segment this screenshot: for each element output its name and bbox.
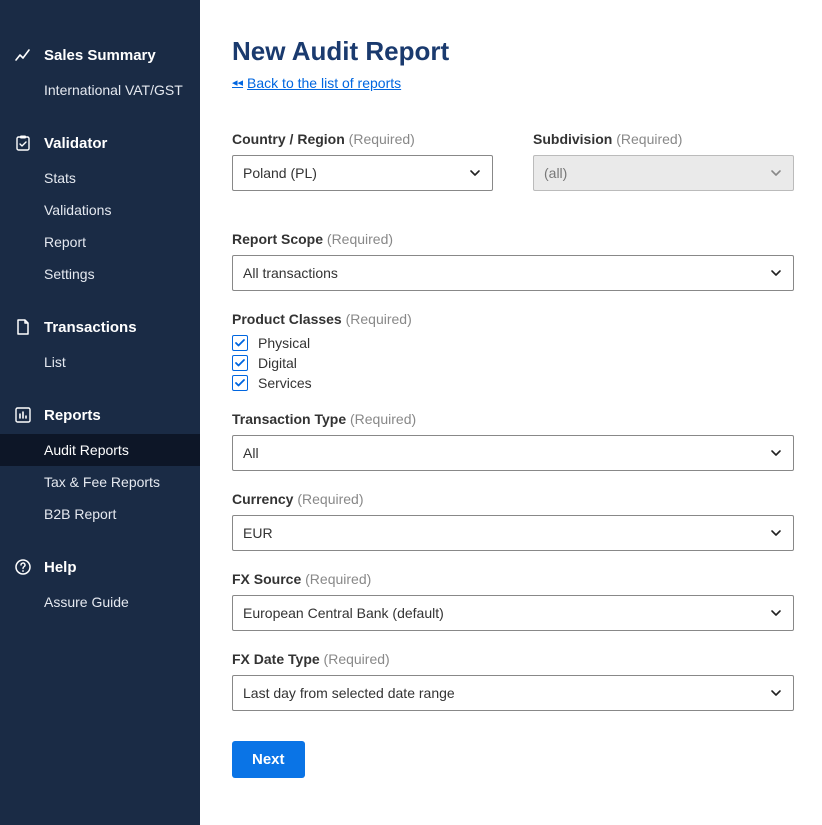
nav-section-validator[interactable]: Validator — [0, 124, 200, 162]
checkbox-services[interactable]: Services — [232, 375, 794, 391]
fx-date-type-select[interactable]: Last day from selected date range — [232, 675, 794, 711]
required-hint: (Required) — [327, 231, 393, 247]
chevron-down-icon — [769, 166, 783, 180]
nav-section-help[interactable]: Help — [0, 548, 200, 586]
help-circle-icon — [14, 558, 32, 576]
field-scope: Report Scope (Required) All transactions — [232, 231, 794, 291]
field-fx-source: FX Source (Required) European Central Ba… — [232, 571, 794, 631]
txn-type-select[interactable]: All — [232, 435, 794, 471]
checkbox-label: Services — [258, 375, 312, 391]
nav-item-assure-guide[interactable]: Assure Guide — [0, 586, 200, 618]
nav-section-label: Reports — [44, 407, 101, 424]
currency-value: EUR — [243, 525, 273, 541]
checkbox-label: Physical — [258, 335, 310, 351]
required-hint: (Required) — [616, 131, 682, 147]
checkbox-label: Digital — [258, 355, 297, 371]
checkbox-digital[interactable]: Digital — [232, 355, 794, 371]
required-hint: (Required) — [346, 311, 412, 327]
nav-item-tax-fee-reports[interactable]: Tax & Fee Reports — [0, 466, 200, 498]
clipboard-check-icon — [14, 134, 32, 152]
nav-item-settings[interactable]: Settings — [0, 258, 200, 290]
fx-source-select[interactable]: European Central Bank (default) — [232, 595, 794, 631]
main-content: New Audit Report ◂◂ Back to the list of … — [200, 0, 822, 825]
subdivision-select: (all) — [533, 155, 794, 191]
nav-section-label: Help — [44, 559, 77, 576]
required-hint: (Required) — [324, 651, 390, 667]
checkbox-icon — [232, 335, 248, 351]
fx-date-type-value: Last day from selected date range — [243, 685, 455, 701]
chart-line-icon — [14, 46, 32, 64]
scope-value: All transactions — [243, 265, 338, 281]
country-select[interactable]: Poland (PL) — [232, 155, 493, 191]
chevron-down-icon — [468, 166, 482, 180]
next-button[interactable]: Next — [232, 741, 305, 778]
document-icon — [14, 318, 32, 336]
chevron-down-icon — [769, 606, 783, 620]
nav-section-label: Sales Summary — [44, 47, 156, 64]
nav-section-label: Transactions — [44, 319, 137, 336]
label-text: Currency — [232, 491, 293, 507]
scope-label: Report Scope (Required) — [232, 231, 794, 247]
label-text: Product Classes — [232, 311, 342, 327]
label-text: Report Scope — [232, 231, 323, 247]
field-country: Country / Region (Required) Poland (PL) — [232, 131, 493, 191]
product-classes-label: Product Classes (Required) — [232, 311, 794, 327]
nav-section-reports[interactable]: Reports — [0, 396, 200, 434]
nav-item-report[interactable]: Report — [0, 226, 200, 258]
checkbox-icon — [232, 355, 248, 371]
required-hint: (Required) — [349, 131, 415, 147]
nav-section-sales-summary[interactable]: Sales Summary — [0, 36, 200, 74]
field-txn-type: Transaction Type (Required) All — [232, 411, 794, 471]
bar-chart-icon — [14, 406, 32, 424]
nav-section-label: Validator — [44, 135, 107, 152]
chevron-down-icon — [769, 686, 783, 700]
label-text: FX Source — [232, 571, 301, 587]
label-text: FX Date Type — [232, 651, 320, 667]
back-to-list-link[interactable]: ◂◂ Back to the list of reports — [232, 75, 401, 91]
fx-source-label: FX Source (Required) — [232, 571, 794, 587]
label-text: Transaction Type — [232, 411, 346, 427]
required-hint: (Required) — [305, 571, 371, 587]
currency-select[interactable]: EUR — [232, 515, 794, 551]
txn-type-label: Transaction Type (Required) — [232, 411, 794, 427]
scope-select[interactable]: All transactions — [232, 255, 794, 291]
country-value: Poland (PL) — [243, 165, 317, 181]
subdivision-label: Subdivision (Required) — [533, 131, 794, 147]
required-hint: (Required) — [350, 411, 416, 427]
rewind-icon: ◂◂ — [232, 76, 243, 89]
chevron-down-icon — [769, 266, 783, 280]
fx-date-type-label: FX Date Type (Required) — [232, 651, 794, 667]
chevron-down-icon — [769, 526, 783, 540]
checkbox-icon — [232, 375, 248, 391]
field-product-classes: Product Classes (Required) Physical Digit… — [232, 311, 794, 391]
sidebar: Sales Summary International VAT/GST Valida… — [0, 0, 200, 825]
nav-section-transactions[interactable]: Transactions — [0, 308, 200, 346]
field-fx-date-type: FX Date Type (Required) Last day from se… — [232, 651, 794, 711]
currency-label: Currency (Required) — [232, 491, 794, 507]
nav-item-list[interactable]: List — [0, 346, 200, 378]
nav-item-international-vat-gst[interactable]: International VAT/GST — [0, 74, 200, 106]
checkbox-physical[interactable]: Physical — [232, 335, 794, 351]
nav-item-b2b-report[interactable]: B2B Report — [0, 498, 200, 530]
page-title: New Audit Report — [232, 36, 794, 67]
nav-item-stats[interactable]: Stats — [0, 162, 200, 194]
label-text: Country / Region — [232, 131, 345, 147]
fx-source-value: European Central Bank (default) — [243, 605, 444, 621]
label-text: Subdivision — [533, 131, 612, 147]
required-hint: (Required) — [297, 491, 363, 507]
country-label: Country / Region (Required) — [232, 131, 493, 147]
chevron-down-icon — [769, 446, 783, 460]
nav-item-audit-reports[interactable]: Audit Reports — [0, 434, 200, 466]
subdivision-value: (all) — [544, 165, 567, 181]
nav-item-validations[interactable]: Validations — [0, 194, 200, 226]
field-subdivision: Subdivision (Required) (all) — [533, 131, 794, 191]
back-link-label: Back to the list of reports — [247, 75, 401, 91]
txn-type-value: All — [243, 445, 259, 461]
field-currency: Currency (Required) EUR — [232, 491, 794, 551]
